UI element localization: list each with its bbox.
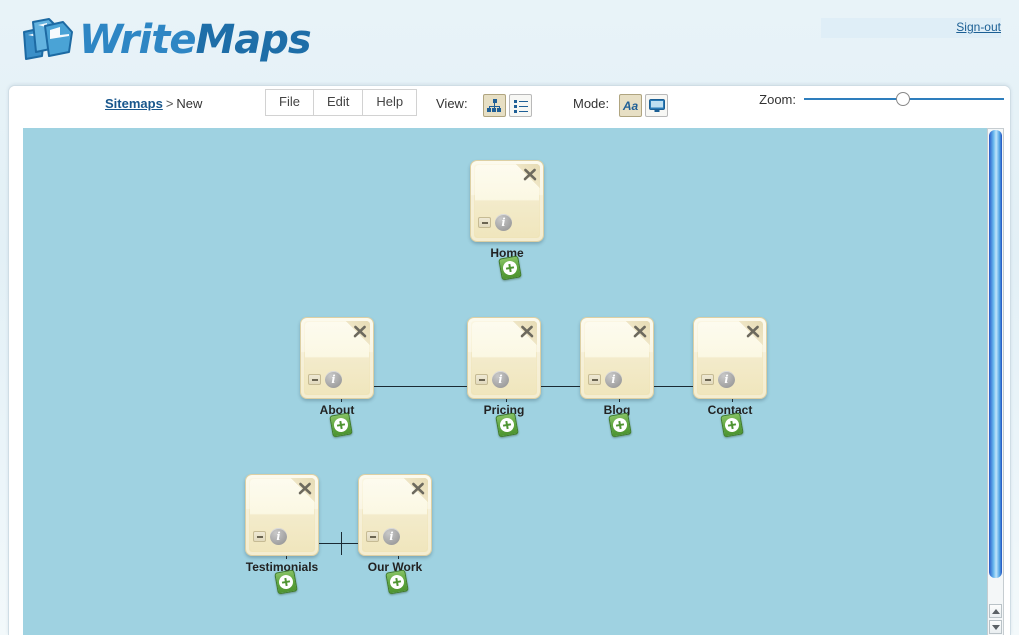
add-page-icon-testimonials[interactable] [274, 569, 298, 595]
node-tools: i [478, 214, 512, 231]
close-x-icon[interactable] [746, 325, 760, 339]
info-icon[interactable]: i [325, 371, 342, 388]
collapse-minus-icon[interactable] [308, 374, 321, 385]
breadcrumb: Sitemaps > New [105, 96, 202, 111]
info-icon[interactable]: i [605, 371, 622, 388]
zoom-label: Zoom: [759, 91, 796, 107]
edit-menu-button[interactable]: Edit [312, 89, 364, 116]
collapse-minus-icon[interactable] [588, 374, 601, 385]
page-header: WriteMaps Sign-out [0, 0, 1019, 85]
menu-button-group: File Edit Help [265, 89, 418, 116]
monitor-mode-icon[interactable] [645, 94, 668, 117]
breadcrumb-separator: > [165, 96, 174, 111]
zoom-slider[interactable] [804, 89, 1004, 109]
node-tools: i [308, 371, 342, 388]
add-page-icon-contact[interactable] [720, 412, 744, 438]
add-page-icon-home[interactable] [498, 255, 522, 281]
app-panel: Sitemaps > New File Edit Help View: Mode… [8, 85, 1011, 635]
sitemap-node-contact[interactable]: i Contact [693, 317, 767, 417]
logo-text: WriteMaps [79, 17, 312, 63]
node-tools: i [475, 371, 509, 388]
close-x-icon[interactable] [411, 482, 425, 496]
collapse-minus-icon[interactable] [253, 531, 266, 542]
zoom-control: Zoom: [759, 89, 1004, 109]
node-tools: i [253, 528, 287, 545]
info-icon[interactable]: i [270, 528, 287, 545]
sitemap-node-ourwork[interactable]: i Our Work [358, 474, 432, 574]
node-tools: i [588, 371, 622, 388]
close-x-icon[interactable] [520, 325, 534, 339]
app-logo[interactable]: WriteMaps [19, 14, 312, 66]
sitemap-node-home[interactable]: i Home [470, 160, 544, 260]
breadcrumb-sitemaps-link[interactable]: Sitemaps [105, 96, 163, 111]
node-tools: i [701, 371, 735, 388]
breadcrumb-current: New [176, 96, 203, 111]
sitemap-node-pricing[interactable]: i Pricing [467, 317, 541, 417]
scrollbar-thumb[interactable] [989, 130, 1002, 578]
sitemap-tree-icon[interactable] [483, 94, 506, 117]
toolbar: Sitemaps > New File Edit Help View: Mode… [9, 86, 1010, 124]
close-x-icon[interactable] [298, 482, 312, 496]
sitemap-node-blog[interactable]: i Blog [580, 317, 654, 417]
mode-toggle-group: Aa [619, 94, 671, 117]
collapse-minus-icon[interactable] [366, 531, 379, 542]
scroll-up-arrow-icon[interactable] [989, 604, 1002, 618]
collapse-minus-icon[interactable] [475, 374, 488, 385]
logo-text-write: Write [79, 17, 196, 63]
info-icon[interactable]: i [718, 371, 735, 388]
signout-link[interactable]: Sign-out [956, 20, 1001, 34]
mode-label: Mode: [573, 96, 610, 111]
sitemap-canvas[interactable]: i Home i About i Pricing i Blog i Contac… [23, 128, 998, 635]
text-mode-icon[interactable]: Aa [619, 94, 642, 117]
list-view-icon[interactable] [509, 94, 532, 117]
collapse-minus-icon[interactable] [478, 217, 491, 228]
info-icon[interactable]: i [492, 371, 509, 388]
info-icon[interactable]: i [383, 528, 400, 545]
close-x-icon[interactable] [353, 325, 367, 339]
add-page-icon-about[interactable] [329, 412, 353, 438]
stacked-pages-icon [19, 16, 75, 64]
sitemap-node-testimonials[interactable]: i Testimonials [245, 474, 319, 574]
text-mode-glyph: Aa [622, 98, 639, 113]
view-label: View: [436, 96, 468, 111]
info-icon[interactable]: i [495, 214, 512, 231]
add-page-icon-pricing[interactable] [495, 412, 519, 438]
file-menu-button[interactable]: File [265, 89, 314, 116]
help-menu-button[interactable]: Help [362, 89, 418, 116]
add-page-icon-blog[interactable] [608, 412, 632, 438]
sitemap-canvas-inner: i Home i About i Pricing i Blog i Contac… [23, 128, 998, 635]
close-x-icon[interactable] [633, 325, 647, 339]
close-x-icon[interactable] [523, 168, 537, 182]
collapse-minus-icon[interactable] [701, 374, 714, 385]
scroll-down-arrow-icon[interactable] [989, 620, 1002, 634]
node-tools: i [366, 528, 400, 545]
zoom-slider-handle[interactable] [896, 92, 910, 106]
view-toggle-group [483, 94, 535, 117]
sitemap-node-about[interactable]: i About [300, 317, 374, 417]
add-page-icon-ourwork[interactable] [385, 569, 409, 595]
logo-text-maps: Maps [195, 17, 311, 63]
canvas-vertical-scrollbar[interactable] [987, 128, 1004, 635]
